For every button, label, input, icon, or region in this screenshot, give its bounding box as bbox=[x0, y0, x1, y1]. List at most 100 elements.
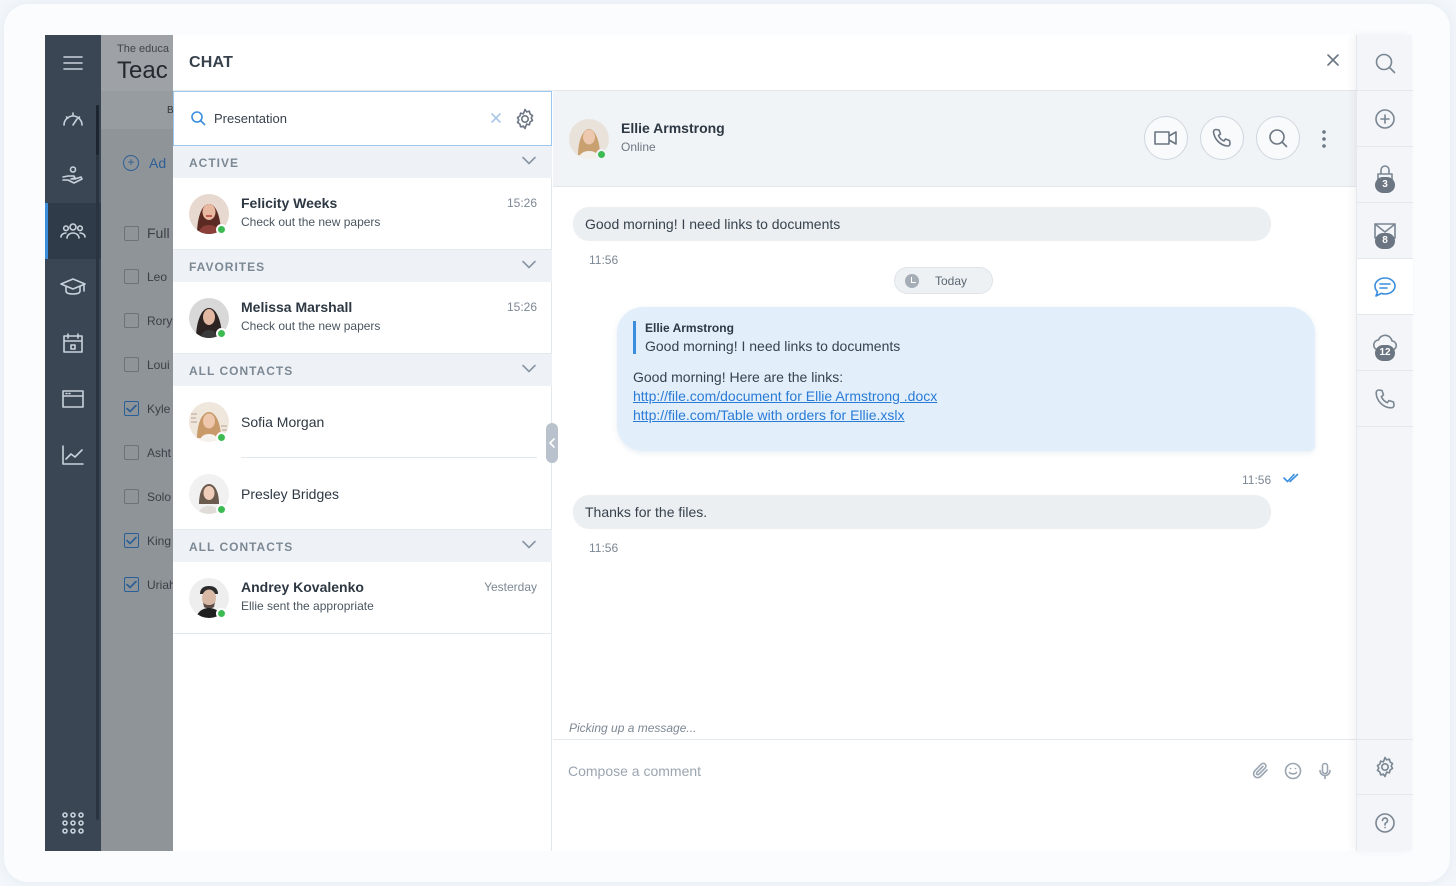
global-search-button[interactable] bbox=[1357, 35, 1413, 91]
kebab-menu-icon bbox=[1322, 130, 1326, 148]
cloud-button[interactable]: 12 bbox=[1357, 315, 1413, 371]
paperclip-icon[interactable] bbox=[1252, 762, 1270, 780]
message-text: Good morning! Here are the links: bbox=[633, 369, 844, 385]
nav-window[interactable] bbox=[45, 371, 101, 427]
video-call-button[interactable] bbox=[1144, 116, 1188, 160]
chat-bubble-icon bbox=[1374, 276, 1396, 297]
nav-people[interactable] bbox=[45, 203, 101, 259]
help-circle-icon bbox=[1375, 813, 1395, 833]
document-link[interactable]: http://file.com/document for Ellie Armst… bbox=[633, 387, 937, 406]
background-title: Teac bbox=[117, 57, 168, 84]
checkbox bbox=[124, 445, 139, 460]
help-button[interactable] bbox=[1357, 795, 1413, 851]
calls-button[interactable] bbox=[1357, 371, 1413, 427]
message-outgoing: Ellie Armstrong Good morning! I need lin… bbox=[617, 307, 1315, 451]
message-composer: Compose a comment bbox=[553, 739, 1356, 851]
microphone-icon[interactable] bbox=[1316, 762, 1334, 780]
day-separator-label: Today bbox=[935, 273, 968, 288]
contact-last-message: Ellie sent the appropriate bbox=[241, 599, 374, 613]
contact-item-felicity-weeks[interactable]: Felicity Weeks Check out the new papers … bbox=[173, 178, 552, 250]
online-status-dot bbox=[216, 504, 227, 515]
message-incoming: Good morning! I need links to documents bbox=[573, 207, 1271, 241]
conversation: Ellie Armstrong Online Good morning! I n… bbox=[553, 91, 1356, 851]
section-active[interactable]: ACTIVE bbox=[173, 146, 552, 178]
typing-indicator: Picking up a message... bbox=[569, 721, 697, 735]
section-all-contacts-2[interactable]: ALL CONTACTS bbox=[173, 530, 552, 562]
background-row-label: Leo bbox=[147, 269, 168, 284]
background-row: Leo bbox=[124, 269, 167, 284]
read-receipt-icon bbox=[1283, 473, 1299, 483]
checkbox bbox=[124, 225, 139, 241]
checkbox bbox=[124, 489, 139, 504]
nav-analytics[interactable] bbox=[45, 427, 101, 483]
background-row: Loui bbox=[124, 357, 170, 372]
apps-button[interactable] bbox=[45, 795, 101, 851]
nav-education[interactable] bbox=[45, 259, 101, 315]
close-icon bbox=[1327, 54, 1339, 66]
chat-button[interactable] bbox=[1357, 259, 1413, 315]
checkbox bbox=[124, 269, 139, 284]
background-row-label: Loui bbox=[147, 357, 170, 372]
online-status-dot bbox=[216, 328, 227, 339]
contact-name: Presley Bridges bbox=[241, 486, 340, 502]
close-chat-button[interactable] bbox=[1326, 53, 1340, 67]
nav-dashboard[interactable] bbox=[45, 91, 101, 147]
conversation-contact-name: Ellie Armstrong bbox=[621, 120, 725, 136]
contact-item-andrey-kovalenko[interactable]: Andrey Kovalenko Ellie sent the appropri… bbox=[173, 562, 552, 634]
section-label: ACTIVE bbox=[189, 156, 240, 170]
clock-icon bbox=[905, 273, 919, 288]
hand-care-icon bbox=[62, 166, 83, 184]
contact-time: 15:26 bbox=[506, 300, 537, 314]
contact-item-sofia-morgan[interactable]: Sofia Morgan bbox=[173, 386, 552, 458]
search-input[interactable]: Presentation bbox=[214, 111, 287, 126]
phone-icon bbox=[1212, 128, 1231, 147]
nav-scrollbar[interactable] bbox=[96, 105, 99, 820]
section-all-contacts[interactable]: ALL CONTACTS bbox=[173, 354, 552, 386]
contact-name: Sofia Morgan bbox=[241, 414, 325, 430]
nav-calendar[interactable] bbox=[45, 315, 101, 371]
clear-search-icon[interactable] bbox=[490, 112, 502, 124]
contact-item-presley-bridges[interactable]: Presley Bridges bbox=[173, 458, 552, 530]
quoted-author: Ellie Armstrong bbox=[645, 321, 734, 335]
phone-icon bbox=[1375, 388, 1395, 409]
checkbox bbox=[124, 357, 139, 372]
chart-line-icon bbox=[62, 445, 84, 465]
section-label: ALL CONTACTS bbox=[189, 540, 294, 554]
menu-button[interactable] bbox=[45, 35, 101, 91]
chevron-down-icon bbox=[522, 364, 536, 373]
contact-name: Melissa Marshall bbox=[241, 299, 353, 315]
contact-search[interactable]: Presentation bbox=[173, 91, 552, 146]
chevron-down-icon bbox=[522, 156, 536, 165]
message-time: 11:56 bbox=[589, 541, 619, 555]
search-conversation-button[interactable] bbox=[1256, 116, 1300, 160]
gauge-icon bbox=[63, 112, 83, 126]
panel-resize-handle[interactable] bbox=[546, 423, 558, 463]
locked-items-button[interactable]: 3 bbox=[1357, 147, 1413, 203]
graduation-cap-icon bbox=[60, 278, 86, 295]
voice-call-button[interactable] bbox=[1200, 116, 1244, 160]
background-row-label: King bbox=[147, 533, 172, 548]
quoted-message[interactable]: Ellie Armstrong Good morning! I need lin… bbox=[633, 321, 900, 354]
check-icon bbox=[126, 404, 137, 413]
settings-button[interactable] bbox=[1357, 739, 1413, 795]
table-link[interactable]: http://file.com/Table with orders for El… bbox=[633, 406, 937, 425]
background-row: Rory bbox=[124, 313, 172, 328]
contact-item-melissa-marshall[interactable]: Melissa Marshall Check out the new paper… bbox=[173, 282, 552, 354]
online-status-dot bbox=[216, 224, 227, 235]
background-add-button: + Ad bbox=[123, 155, 166, 171]
more-options-button[interactable] bbox=[1321, 129, 1327, 149]
compose-input[interactable]: Compose a comment bbox=[568, 763, 701, 779]
add-button[interactable] bbox=[1357, 91, 1413, 147]
emoji-icon[interactable] bbox=[1284, 762, 1302, 780]
background-toolbar: B bbox=[101, 91, 173, 129]
nav-care[interactable] bbox=[45, 147, 101, 203]
divider bbox=[173, 633, 552, 634]
section-favorites[interactable]: FAVORITES bbox=[173, 250, 552, 282]
background-row-label: Solo bbox=[147, 489, 172, 504]
message-text: Thanks for the files. bbox=[585, 504, 708, 520]
mail-button[interactable]: 8 bbox=[1357, 203, 1413, 259]
gear-icon[interactable] bbox=[513, 107, 537, 131]
left-nav bbox=[45, 35, 101, 851]
lock-badge: 3 bbox=[1375, 177, 1395, 193]
section-label: ALL CONTACTS bbox=[189, 364, 294, 378]
